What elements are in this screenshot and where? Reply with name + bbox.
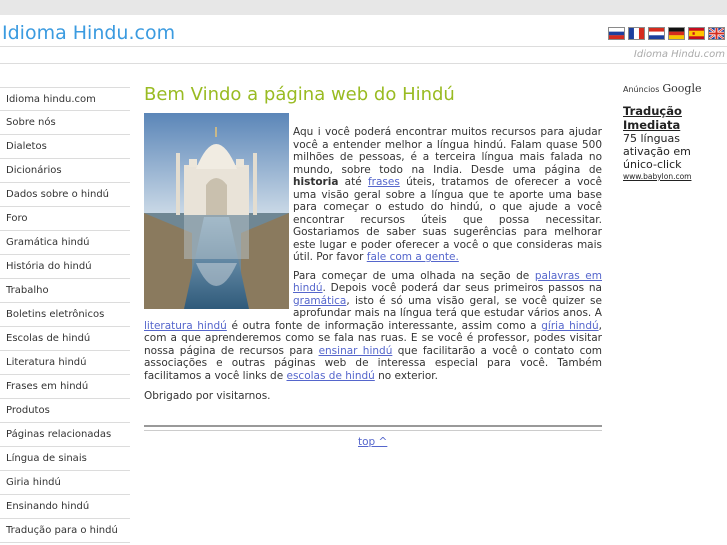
sidebar-item-lingua-de-sinais[interactable]: Língua de sinais	[0, 447, 130, 471]
start-text-4: é outra fonte de informação interessante…	[226, 319, 542, 332]
sidebar-item-frases[interactable]: Frases em hindú	[0, 375, 130, 399]
paraguay-flag-icon[interactable]	[648, 27, 665, 40]
gramatica-link[interactable]: gramática	[293, 295, 346, 307]
germany-flag-icon[interactable]	[668, 27, 685, 40]
historia-keyword: historia	[293, 176, 339, 188]
intro-text-2: até	[338, 176, 368, 188]
thanks-text: Obrigado por visitarnos.	[144, 390, 271, 402]
spain-flag-icon[interactable]	[688, 27, 705, 40]
footer-divider-thin	[144, 430, 602, 431]
sidebar-item-gramatica[interactable]: Gramática hindú	[0, 231, 130, 255]
frases-link[interactable]: frases	[368, 176, 400, 188]
ad-url-link[interactable]: www.babylon.com	[623, 172, 723, 181]
start-text-7: no exterior.	[374, 369, 438, 382]
ad-box: Anúncios Google Tradução Imediata 75 lín…	[623, 82, 723, 181]
ads-by-text: Anúncios	[623, 85, 660, 94]
subheader-site-name: Idioma Hindu.com	[633, 49, 725, 60]
header: Idioma Hindu.com	[0, 15, 727, 47]
site-title[interactable]: Idioma Hindu.com	[2, 22, 175, 44]
literatura-link[interactable]: literatura hindú	[144, 320, 227, 332]
sidebar-item-trabalho[interactable]: Trabalho	[0, 279, 130, 303]
main-content: Bem Vindo a página web do Hindú Aqu i vo…	[144, 84, 602, 403]
sidebar-nav: Idioma hindu.com Sobre nós Dialetos Dici…	[0, 87, 130, 543]
ad-description: 75 línguas ativação em único-click	[623, 132, 691, 171]
google-logo[interactable]: Google	[662, 82, 701, 95]
sidebar-item-literatura[interactable]: Literatura hindú	[0, 351, 130, 375]
footer-divider	[144, 425, 602, 427]
language-flags	[608, 27, 725, 40]
uk-flag-icon[interactable]	[708, 27, 725, 40]
intro-text-3: úteis, tratamos de oferecer a você uma v…	[293, 176, 603, 263]
ad-title-link[interactable]: Tradução Imediata	[623, 104, 723, 132]
subheader-bar: Idioma Hindu.com	[0, 47, 727, 64]
sidebar-item-ensinando[interactable]: Ensinando hindú	[0, 495, 130, 519]
ad-label: Anúncios Google	[623, 82, 723, 95]
sidebar-item-produtos[interactable]: Produtos	[0, 399, 130, 423]
escolas-link[interactable]: escolas de hindú	[287, 370, 375, 382]
sidebar-item-traducao[interactable]: Tradução para o hindú	[0, 519, 130, 543]
back-to-top-link[interactable]: top ^	[358, 436, 387, 448]
russia-flag-icon[interactable]	[608, 27, 625, 40]
sidebar-item-boletins[interactable]: Boletins eletrônicos	[0, 303, 130, 327]
taj-mahal-image	[144, 113, 289, 309]
sidebar-item-sobre-nos[interactable]: Sobre nós	[0, 111, 130, 135]
sidebar-item-foro[interactable]: Foro	[0, 207, 130, 231]
top-bar	[0, 0, 727, 15]
start-text-1: Para começar de uma olhada na seção de	[293, 269, 535, 282]
sidebar-item-idioma-hindu[interactable]: Idioma hindu.com	[0, 87, 130, 111]
intro-text-1: Aqu i você poderá encontrar muitos recur…	[293, 126, 602, 176]
ensinar-link[interactable]: ensinar hindú	[319, 345, 393, 357]
sidebar-item-giria[interactable]: Giria hindú	[0, 471, 130, 495]
sidebar-item-dados[interactable]: Dados sobre o hindú	[0, 183, 130, 207]
sidebar-item-paginas-relacionadas[interactable]: Páginas relacionadas	[0, 423, 130, 447]
page-title: Bem Vindo a página web do Hindú	[144, 84, 455, 105]
france-flag-icon[interactable]	[628, 27, 645, 40]
sidebar-item-escolas[interactable]: Escolas de hindú	[0, 327, 130, 351]
sidebar-item-historia[interactable]: História do hindú	[0, 255, 130, 279]
contact-link[interactable]: fale com a gente.	[367, 251, 459, 263]
start-text-2: . Depois você poderá dar seus primeiros …	[322, 282, 602, 294]
sidebar-item-dicionarios[interactable]: Dicionários	[0, 159, 130, 183]
sidebar-item-dialetos[interactable]: Dialetos	[0, 135, 130, 159]
giria-link[interactable]: gíria hindú	[541, 320, 598, 332]
